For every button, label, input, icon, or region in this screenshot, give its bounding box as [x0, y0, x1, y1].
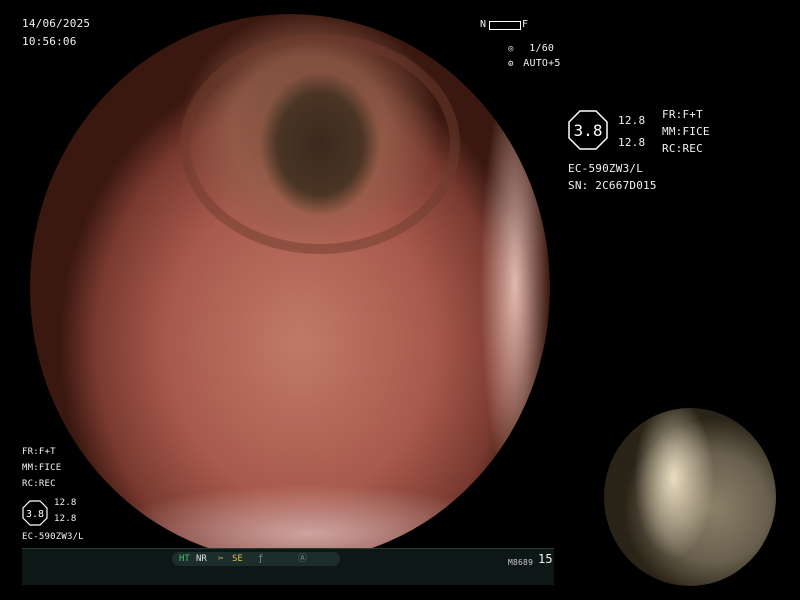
ht-label: HT	[179, 554, 190, 564]
scissors-icon: ✂	[218, 554, 224, 564]
bl-rc-mode: RC:REC	[22, 479, 56, 489]
nr-label: NR	[196, 554, 207, 564]
focus-indicator: N F	[480, 18, 530, 32]
date-text: 14/06/2025	[22, 17, 91, 30]
exposure-row: ⚙ AUTO+5	[508, 51, 561, 71]
status-code: M8689	[508, 558, 534, 567]
lightning-icon: ƒ	[258, 554, 264, 564]
sub-endoscope-view	[604, 408, 776, 586]
scope-model: EC-590ZW3/L	[568, 162, 644, 175]
focus-far-label: F	[522, 19, 529, 30]
scope-serial: SN: 2C667D015	[568, 179, 657, 192]
circle-a-icon: Ⓐ	[298, 554, 308, 564]
time-text: 10:56:06	[22, 35, 77, 48]
bl-mm-mode: MM:FICE	[22, 463, 62, 473]
se-label: SE	[232, 554, 243, 564]
badge-value: 3.8	[574, 121, 603, 140]
mm-mode: MM:FICE	[662, 125, 710, 138]
bl-fr-mode: FR:F+T	[22, 447, 56, 457]
bl-setting-bottom: 12.8	[54, 514, 77, 524]
bl-badge-value: 3.8	[26, 509, 44, 520]
setting-bottom: 12.8	[618, 136, 646, 149]
exposure-value: AUTO+5	[523, 58, 561, 69]
setting-top: 12.8	[618, 114, 646, 127]
rc-mode: RC:REC	[662, 142, 703, 155]
exposure-icon: ⚙	[508, 59, 514, 69]
bl-setting-top: 12.8	[54, 498, 77, 508]
fr-mode: FR:F+T	[662, 108, 703, 121]
bl-scope-model: EC-590ZW3/L	[22, 532, 84, 542]
small-octagon-badge-icon: 3.8	[22, 500, 48, 526]
octagon-badge-icon: 3.8	[568, 110, 608, 150]
lumen-ring	[180, 34, 460, 254]
focus-near-label: N	[480, 19, 487, 30]
status-pill: HT NR ✂ SE ƒ Ⓐ	[172, 552, 340, 566]
main-endoscope-view	[30, 14, 550, 562]
status-number: 15	[538, 552, 553, 566]
focus-bar-icon	[489, 21, 521, 30]
